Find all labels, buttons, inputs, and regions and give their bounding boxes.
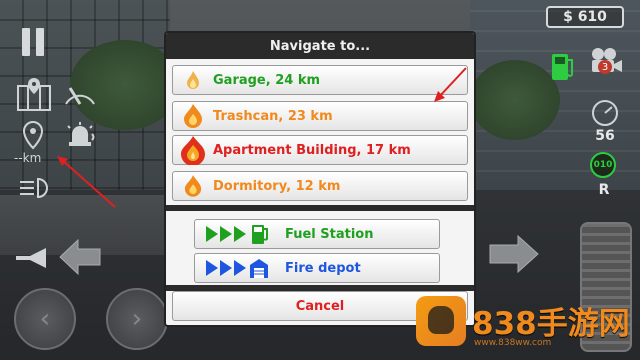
destination-garage[interactable]: Garage, 24 km <box>172 65 468 95</box>
flame-large-icon <box>173 135 213 165</box>
destination-label: Trashcan, 23 km <box>213 108 333 124</box>
flame-medium-icon <box>173 174 213 198</box>
speedometer-icon <box>590 98 620 128</box>
fire-depot-icons <box>195 257 285 279</box>
turn-right-arrow-icon[interactable] <box>488 234 540 274</box>
palm-tree <box>470 60 560 140</box>
poi-label: Fire depot <box>285 260 361 276</box>
destination-dormitory[interactable]: Dormitory, 12 km <box>172 171 468 201</box>
camera-count-badge: 3 <box>598 60 612 74</box>
watermark-logo-icon <box>416 296 466 346</box>
turn-left-arrow-icon[interactable] <box>58 238 102 276</box>
destination-apartment-building[interactable]: Apartment Building, 17 km <box>172 135 468 165</box>
watermark: 838手游网 www.838ww.com <box>416 294 638 356</box>
gear-label: R <box>598 182 610 198</box>
watermark-text: 838手游网 <box>472 306 630 342</box>
steer-right-button[interactable]: › <box>106 288 168 350</box>
destination-trashcan[interactable]: Trashcan, 23 km <box>172 101 468 131</box>
flame-small-icon <box>173 70 213 90</box>
gear-selector[interactable]: 010 R <box>590 152 618 208</box>
destination-label: Dormitory, 12 km <box>213 178 341 194</box>
distance-readout: --km <box>14 151 42 165</box>
fuel-gauge-icon <box>548 50 576 82</box>
speed-readout: 56 <box>595 128 615 144</box>
dialog-title: Navigate to... <box>166 33 474 59</box>
map-navigation-icon[interactable] <box>14 76 54 112</box>
money-display: $ 610 <box>546 6 624 28</box>
location-pin-icon[interactable] <box>18 120 48 150</box>
poi-fuel-station[interactable]: Fuel Station <box>194 219 440 249</box>
gear-indicator: 010 <box>590 152 616 178</box>
flame-medium-icon <box>173 103 213 129</box>
fuel-station-icons <box>195 223 285 245</box>
horn-icon[interactable] <box>12 244 52 272</box>
divider <box>166 205 474 211</box>
poi-fire-depot[interactable]: Fire depot <box>194 253 440 283</box>
wiper-icon[interactable] <box>62 80 98 108</box>
steer-left-button[interactable]: ‹ <box>14 288 76 350</box>
siren-icon[interactable] <box>62 120 98 150</box>
watermark-sub: www.838ww.com <box>474 338 552 348</box>
poi-label: Fuel Station <box>285 226 374 242</box>
navigate-dialog: Navigate to... Garage, 24 km Trashcan, 2… <box>164 31 476 327</box>
pause-button[interactable] <box>18 26 48 58</box>
destination-label: Garage, 24 km <box>213 72 321 88</box>
destination-label: Apartment Building, 17 km <box>213 142 411 158</box>
headlight-icon[interactable] <box>16 176 56 200</box>
